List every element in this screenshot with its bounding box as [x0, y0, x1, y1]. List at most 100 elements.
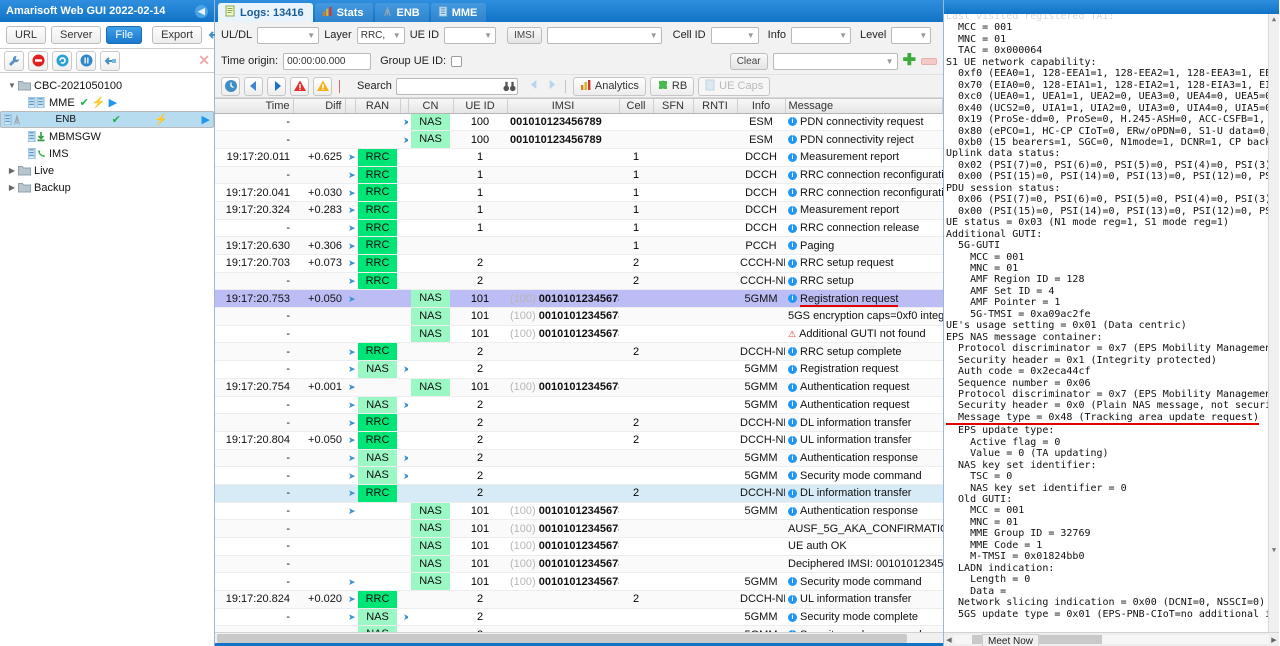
group-ue-checkbox[interactable]	[451, 55, 463, 67]
search-input[interactable]	[395, 77, 518, 95]
col-imsi[interactable]: IMSI	[507, 99, 620, 114]
table-row[interactable]: - ➤NAS100001010123456789 ESMiPDN connectiv…	[215, 130, 943, 149]
col-rnti[interactable]: RNTI	[693, 99, 738, 114]
chevron-right-icon[interactable]: ▶	[6, 166, 18, 175]
arrow-left-icon[interactable]	[244, 76, 263, 96]
tree-item-mbmsgw[interactable]: MBMSGW	[0, 128, 214, 145]
ueid-select[interactable]: ▼	[444, 26, 497, 44]
table-row[interactable]: - ➤RRC 2 2 DCCH-NRiDL information transfer	[215, 484, 943, 503]
preset-select[interactable]: ▼	[772, 52, 898, 70]
col-info[interactable]: Info	[737, 99, 786, 114]
table-row[interactable]: - NAS101(100) 001010123456789 5GS encrypti…	[215, 307, 943, 326]
scroll-left-icon[interactable]: ◀	[944, 636, 954, 644]
table-row[interactable]: -➤NAS➤25GMMiRegistration request	[215, 360, 943, 379]
tree-item-enb[interactable]: ENB ✔ ⚡ ▶	[0, 111, 214, 128]
table-row[interactable]: 19:17:20.804+0.050➤RRC 2 2 DCCH-NRiUL infor…	[215, 431, 943, 450]
detail-vertical-scrollbar[interactable]: ▲ ▼	[1268, 14, 1279, 632]
tab-logs-13416[interactable]: Logs: 13416	[218, 3, 313, 22]
table-row[interactable]: - ➤ RRC 1 1 DCCH i RRC connection reconfigurati…	[215, 166, 943, 185]
tree-item-cbc-2021050100[interactable]: ▼ CBC-2021050100	[0, 77, 214, 94]
search-prev-icon[interactable]	[528, 78, 541, 94]
tree-item-ims[interactable]: IMS	[0, 145, 214, 162]
plus-icon[interactable]: ✚	[903, 53, 916, 69]
table-row[interactable]: - ➤NAS100001010123456789 ESMiPDN connectiv…	[215, 113, 943, 132]
table-row[interactable]: 19:17:20.630 +0.306 ➤ RRC 1 PCCH i Paging	[215, 236, 943, 255]
col-cell[interactable]: Cell	[619, 99, 654, 114]
detail-text[interactable]: Last visited registered TAI: MCC = 001 M…	[944, 14, 1279, 632]
search-next-icon[interactable]	[545, 78, 558, 94]
table-row[interactable]: - NAS101(100) 001010123456789 ⚠Additional …	[215, 325, 943, 344]
plug-icon[interactable]	[100, 50, 120, 71]
level-select[interactable]: ▼	[891, 26, 932, 44]
ue-caps-button[interactable]: UE Caps	[698, 76, 771, 96]
layer-select[interactable]: RRC, ▼	[356, 26, 405, 44]
col-sfn[interactable]: SFN	[653, 99, 694, 114]
table-row[interactable]: -➤NAS➤25GMMiSecurity mode command	[215, 625, 943, 632]
scroll-track[interactable]: Meet Now	[954, 634, 1269, 646]
chevron-right-icon[interactable]: ▶	[6, 183, 18, 192]
table-row[interactable]: 19:17:20.753 +0.050 ➤ NAS 101 (100) 001010123…	[215, 289, 943, 309]
imsi-button[interactable]: IMSI	[507, 26, 542, 44]
cellid-select[interactable]: ▼	[710, 26, 759, 44]
table-row[interactable]: 19:17:20.011 +0.625 ➤ RRC 1 1 DCCH i Measurement…	[215, 148, 943, 167]
table-row[interactable]: -➤NAS➤25GMMiAuthentication request	[215, 396, 943, 415]
col-diff[interactable]: Diff	[293, 99, 346, 114]
table-row[interactable]: - NAS101(100) 001010123456789 Deciphered I…	[215, 555, 943, 574]
time-origin-input[interactable]: 00:00:00.000	[283, 52, 372, 70]
info-icon[interactable]	[76, 50, 96, 71]
rb-button[interactable]: RB	[649, 76, 695, 96]
url-button[interactable]: URL	[6, 26, 47, 44]
arrow-right-icon[interactable]	[267, 76, 286, 96]
col-ran[interactable]: RAN	[355, 99, 401, 114]
scroll-down-icon[interactable]: ▼	[1269, 545, 1279, 556]
tree-item-live[interactable]: ▶ Live	[0, 162, 214, 179]
tab-mme[interactable]: MME	[430, 3, 487, 22]
log-table-container[interactable]: Time Diff RAN CN UE ID IMSI Cell SFN RNT…	[215, 98, 943, 632]
analytics-button[interactable]: Analytics	[572, 76, 646, 96]
table-row[interactable]: 19:17:20.824+0.020➤RRC 2 2 DCCH-NRiUL infor…	[215, 590, 943, 609]
col-message[interactable]: Message	[785, 99, 943, 114]
table-row[interactable]: - NAS101(100) 001010123456789 UE auth OK	[215, 537, 943, 556]
table-row[interactable]: - ➤ NAS101(100) 001010123456789 5GMMiAuthen…	[215, 502, 943, 521]
refresh-icon[interactable]	[52, 50, 72, 71]
table-row[interactable]: -➤NAS➤25GMMiSecurity mode complete	[215, 608, 943, 627]
server-button[interactable]: Server	[51, 26, 102, 44]
file-button[interactable]: File	[106, 26, 143, 44]
table-row[interactable]: - ➤RRC 2 2 DCCH-NRiRRC setup complete	[215, 342, 943, 362]
table-row[interactable]: - ➤RRC 2 2 DCCH-NRiDL information transfer	[215, 413, 943, 432]
tab-stats[interactable]: Stats	[314, 3, 373, 22]
tree-item-backup[interactable]: ▶ Backup	[0, 179, 214, 196]
stop-icon[interactable]	[28, 50, 48, 71]
table-row[interactable]: - NAS101(100) 001010123456789 AUSF_5G_AKA_…	[215, 519, 943, 538]
table-row[interactable]: - ➤RRC 2 2 CCCH-NRiRRC setup	[215, 272, 943, 291]
chevron-left-icon[interactable]: ◀	[195, 4, 208, 18]
chevron-down-icon[interactable]: ▼	[6, 81, 18, 90]
col-time[interactable]: Time	[215, 99, 294, 114]
table-row[interactable]: 19:17:20.754 +0.001 ➤ NAS 101 (100) 001010123…	[215, 378, 943, 397]
export-button[interactable]: Export	[152, 26, 202, 44]
tree-item-mme[interactable]: MME ✔ ⚡ ▶	[0, 94, 214, 111]
wrench-icon[interactable]	[4, 50, 24, 71]
col-ueid[interactable]: UE ID	[453, 99, 508, 114]
scroll-up-icon[interactable]: ▲	[1269, 14, 1279, 25]
warning-icon[interactable]	[313, 76, 332, 96]
imsi-select[interactable]: ▼	[546, 26, 662, 44]
table-row[interactable]: - ➤ NAS101(100) 001010123456789 5GMMiSecuri…	[215, 572, 943, 592]
tab-enb[interactable]: ENB	[374, 3, 429, 22]
table-row[interactable]: 19:17:20.703+0.073➤RRC 2 2 CCCH-NRiRRC setu…	[215, 254, 943, 273]
col-cn[interactable]: CN	[408, 99, 454, 114]
detail-horizontal-scrollbar[interactable]: ◀ Meet Now ▶	[944, 632, 1279, 646]
info-select[interactable]: ▼	[791, 26, 851, 44]
table-row[interactable]: -➤NAS➤25GMMiAuthentication response	[215, 449, 943, 468]
clear-button[interactable]: Clear	[729, 52, 768, 70]
table-row[interactable]: - ➤ RRC 1 1 DCCH i RRC connection release	[215, 219, 943, 238]
scroll-right-icon[interactable]: ▶	[1269, 636, 1279, 644]
minus-icon[interactable]	[921, 57, 937, 65]
meet-now-button[interactable]: Meet Now	[982, 634, 1040, 646]
table-row[interactable]: -➤NAS➤25GMMiSecurity mode command	[215, 466, 943, 485]
log-horizontal-scrollbar[interactable]	[215, 632, 943, 643]
close-icon[interactable]: ✕	[198, 52, 210, 69]
error-icon[interactable]	[290, 76, 309, 96]
table-row[interactable]: 19:17:20.041 +0.030 ➤ RRC 1 1 DCCH i RRC connect…	[215, 183, 943, 202]
binoculars-icon[interactable]	[503, 80, 516, 96]
